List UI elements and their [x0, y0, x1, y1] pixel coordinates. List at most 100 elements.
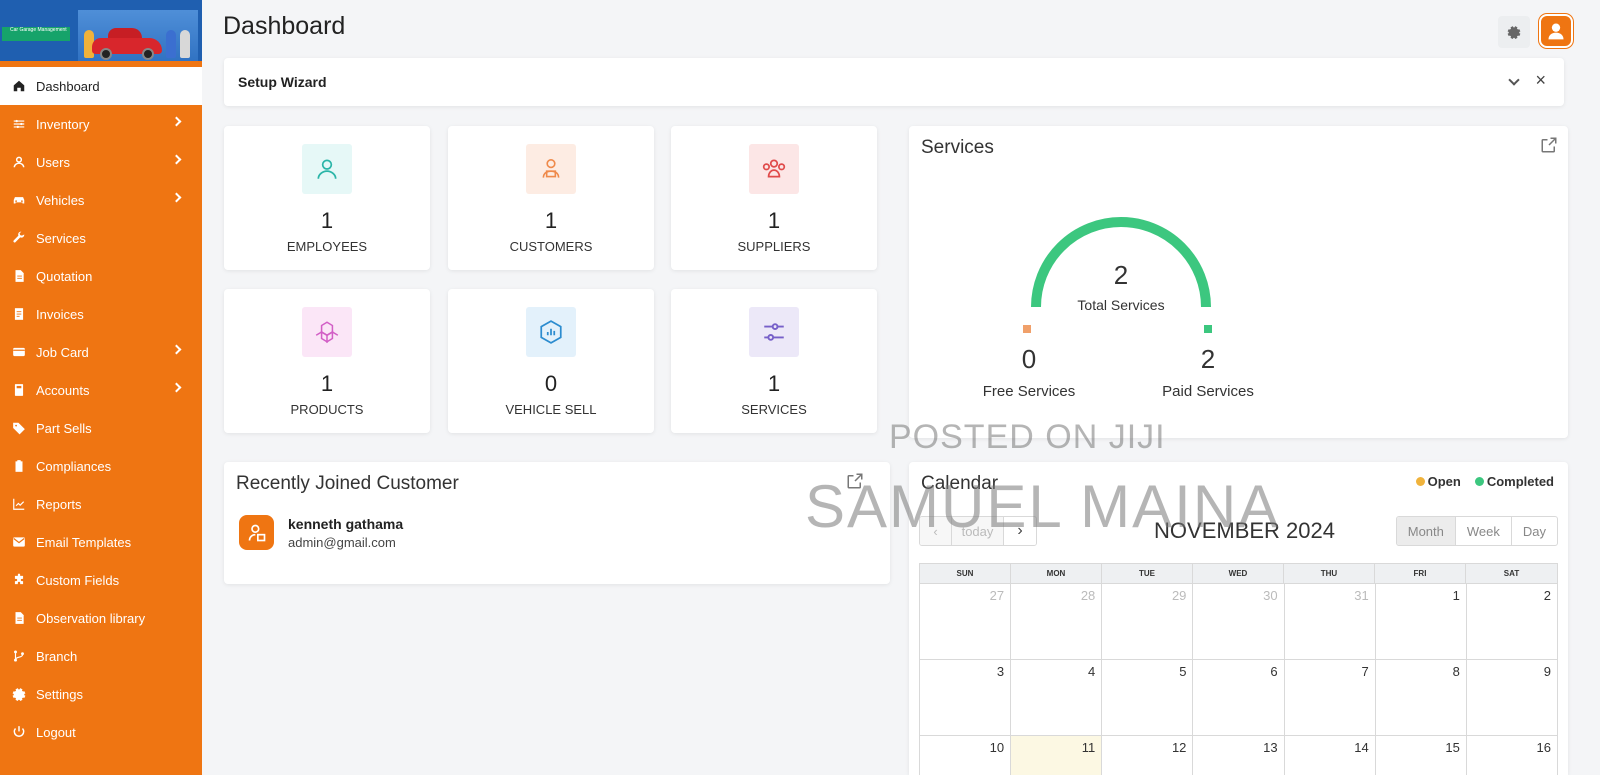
stat-card-suppliers[interactable]: 1 SUPPLIERS [671, 126, 877, 270]
setup-wizard-panel[interactable]: Setup Wizard × [224, 58, 1564, 106]
calendar-grid: SUN MON TUE WED THU FRI SAT 27 28 29 30 31 1 2 3 4 5 6 7 8… [919, 563, 1558, 775]
external-link-icon[interactable] [1540, 136, 1558, 154]
document-icon [12, 269, 26, 283]
customer-email: admin@gmail.com [288, 535, 396, 550]
settings-button[interactable] [1498, 16, 1530, 48]
view-month-button[interactable]: Month [1396, 517, 1456, 545]
total-services-value: 2 [1113, 260, 1129, 290]
calendar-day[interactable]: 12 [1102, 736, 1194, 775]
chevron-right-icon [171, 192, 182, 203]
customer-name[interactable]: kenneth gathama [288, 516, 403, 532]
sidebar-item-inventory[interactable]: Inventory [0, 105, 202, 143]
sidebar-item-email-templates[interactable]: Email Templates [0, 523, 202, 561]
sidebar-item-label: Services [36, 230, 86, 246]
calendar-days: 27 28 29 30 31 1 2 3 4 5 6 7 8 9 10 11 12 13 14 15 16 [919, 584, 1558, 775]
stat-label: VEHICLE SELL [505, 402, 597, 417]
customer-avatar[interactable] [239, 515, 274, 550]
legend-completed: Completed [1474, 474, 1554, 489]
sidebar-item-logout[interactable]: Logout [0, 713, 202, 751]
watermark-name: SAMUEL MAINA [805, 473, 1281, 540]
calendar-day[interactable]: 30 [1193, 584, 1285, 660]
free-services-label: Free Services [982, 383, 1076, 400]
weekday-thu: THU [1284, 564, 1375, 583]
legend-open-label: Open [1427, 474, 1461, 489]
calendar-day[interactable]: 8 [1375, 660, 1467, 736]
gear-icon [1507, 26, 1521, 39]
stat-card-services[interactable]: 1 SERVICES [671, 289, 877, 433]
sidebar-item-services[interactable]: Services [0, 219, 202, 257]
close-icon[interactable]: × [1535, 71, 1546, 89]
legend-open: Open [1415, 474, 1461, 489]
sidebar-item-compliances[interactable]: Compliances [0, 447, 202, 485]
sidebar-item-vehicles[interactable]: Vehicles [0, 181, 202, 219]
stat-card-employees[interactable]: 1 EMPLOYEES [224, 126, 430, 270]
user-avatar-button[interactable] [1539, 14, 1573, 48]
calendar-day[interactable]: 13 [1193, 736, 1285, 775]
calendar-day[interactable]: 4 [1011, 660, 1103, 736]
stat-label: CUSTOMERS [509, 239, 593, 254]
sidebar-item-label: Dashboard [36, 78, 100, 94]
calendar-day[interactable]: 14 [1285, 736, 1376, 775]
weekday-mon: MON [1011, 564, 1102, 583]
brand-logo[interactable]: Car Garage Management [0, 0, 202, 67]
sidebar-item-label: Email Templates [36, 534, 132, 550]
calendar-day[interactable]: 7 [1284, 660, 1376, 736]
calendar-day[interactable]: 28 [1011, 584, 1103, 660]
sidebar-item-invoices[interactable]: Invoices [0, 295, 202, 333]
email-icon [12, 535, 26, 549]
calendar-day[interactable]: 16 [1467, 736, 1558, 775]
view-week-button[interactable]: Week [1456, 517, 1512, 545]
stat-card-products[interactable]: 1 PRODUCTS [224, 289, 430, 433]
collapse-chevron-icon[interactable] [1508, 74, 1520, 86]
sidebar-item-label: Accounts [36, 382, 90, 398]
paid-services-label: Paid Services [1162, 383, 1254, 400]
calendar-day[interactable]: 9 [1466, 660, 1558, 736]
calendar-day[interactable]: 2 [1466, 584, 1558, 660]
calendar-day[interactable]: 27 [920, 584, 1012, 660]
sidebar-item-label: Branch [36, 648, 78, 664]
chevron-right-icon [171, 344, 182, 355]
stat-card-vehicle-sell[interactable]: 0 VEHICLE SELL [448, 289, 654, 433]
calendar-day[interactable]: 5 [1102, 660, 1194, 736]
sidebar-nav: Dashboard Inventory Users Vehicles Services Q… [0, 67, 202, 751]
calendar-day[interactable]: 1 [1375, 584, 1467, 660]
sidebar-item-settings[interactable]: Settings [0, 675, 202, 713]
calendar-day[interactable]: 31 [1284, 584, 1376, 660]
calendar-weekday-header: SUN MON TUE WED THU FRI SAT [919, 563, 1558, 584]
calendar-day[interactable]: 15 [1376, 736, 1467, 775]
invoice-icon [12, 307, 26, 321]
sidebar-item-label: Settings [36, 686, 83, 702]
stat-value: 1 [767, 371, 781, 396]
paid-services-legend-marker [1204, 325, 1212, 333]
sidebar-item-custom-fields[interactable]: Custom Fields [0, 561, 202, 599]
user-avatar-icon [1548, 23, 1564, 40]
logo-badge: Car Garage Management [2, 27, 70, 41]
home-icon [12, 79, 26, 93]
suppliers-icon [762, 159, 786, 178]
sliders-icon [12, 117, 26, 131]
sidebar-item-label: Reports [36, 496, 82, 512]
calendar-day[interactable]: 6 [1193, 660, 1285, 736]
stat-card-customers[interactable]: 1 CUSTOMERS [448, 126, 654, 270]
sidebar-item-part-sells[interactable]: Part Sells [0, 409, 202, 447]
sidebar-item-observation-library[interactable]: Observation library [0, 599, 202, 637]
sidebar-item-reports[interactable]: Reports [0, 485, 202, 523]
calendar-day-today[interactable]: 11 [1011, 736, 1103, 775]
sidebar-item-label: Job Card [36, 344, 89, 360]
recent-customer-card: Recently Joined Customer kenneth gathama… [224, 462, 890, 584]
stat-value: 1 [320, 371, 334, 396]
sidebar-item-quotation[interactable]: Quotation [0, 257, 202, 295]
total-services-label: Total Services [1077, 297, 1165, 313]
calendar-day[interactable]: 3 [920, 660, 1012, 736]
services-icon [764, 323, 784, 341]
power-icon [12, 725, 26, 739]
sidebar-item-dashboard[interactable]: Dashboard [0, 67, 202, 105]
view-day-button[interactable]: Day [1512, 517, 1557, 545]
calendar-day[interactable]: 10 [920, 736, 1012, 775]
services-card: Services 2 Total Services 0 Free Service… [909, 126, 1568, 438]
sidebar-item-branch[interactable]: Branch [0, 637, 202, 675]
sidebar-item-accounts[interactable]: Accounts [0, 371, 202, 409]
sidebar-item-users[interactable]: Users [0, 143, 202, 181]
calendar-day[interactable]: 29 [1102, 584, 1194, 660]
sidebar-item-job-card[interactable]: Job Card [0, 333, 202, 371]
